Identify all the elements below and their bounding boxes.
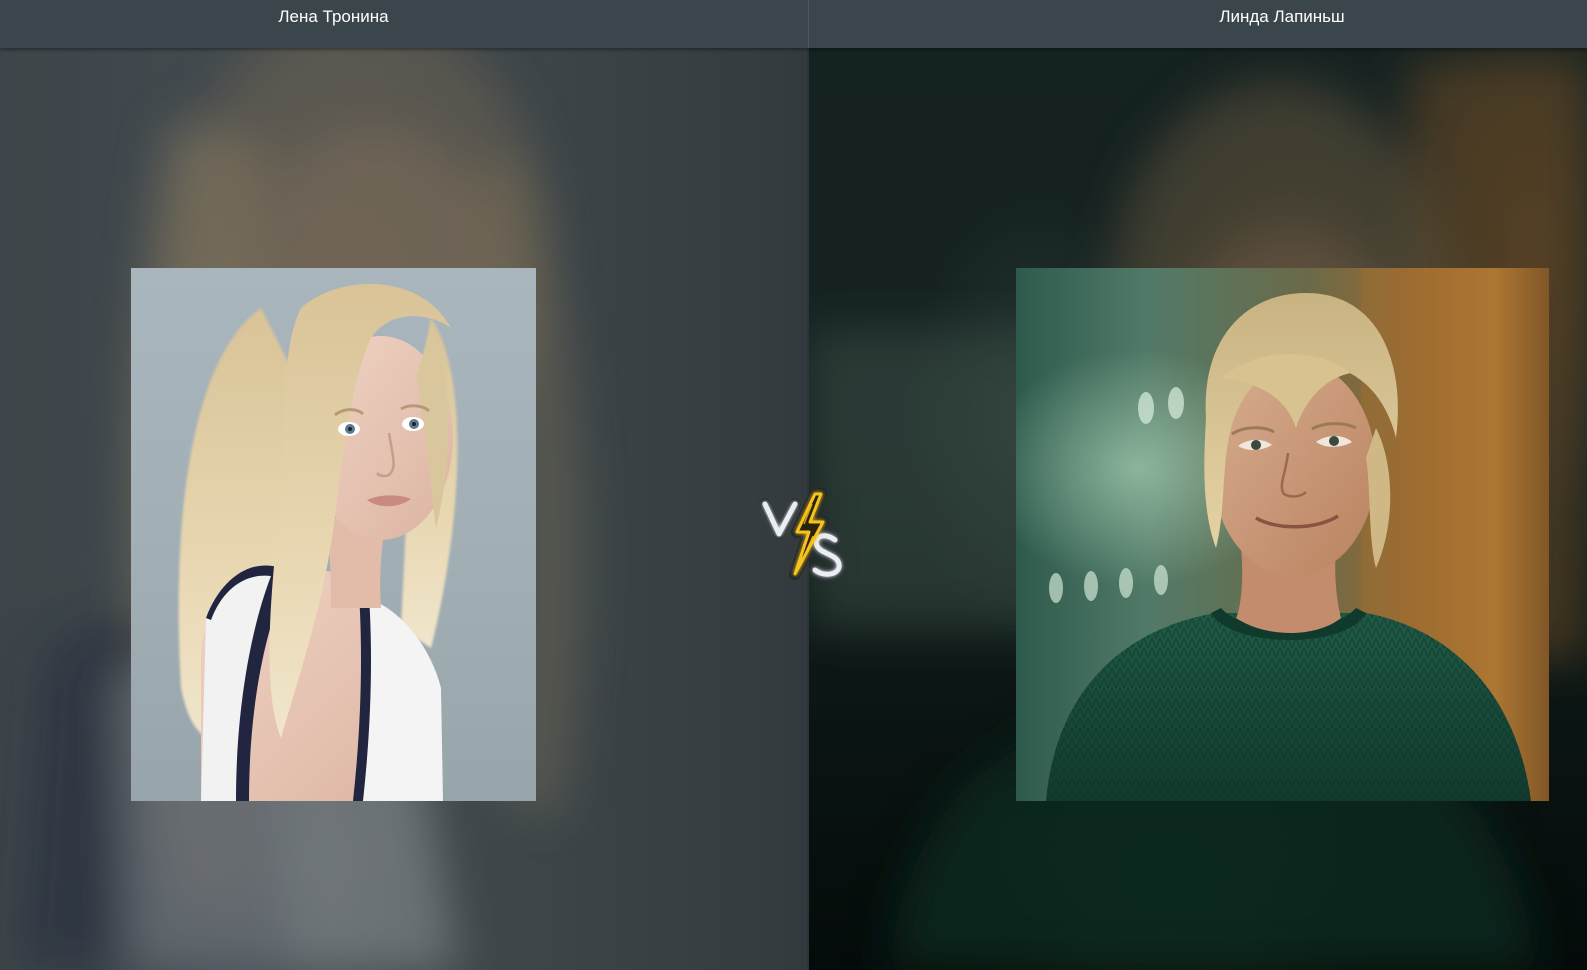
right-contestant-panel[interactable] — [809, 0, 1587, 970]
left-contestant-panel[interactable] — [0, 0, 808, 970]
portrait-photo-icon — [1046, 268, 1549, 801]
versus-emblem — [759, 488, 846, 581]
left-contestant-name[interactable]: Лена Тронина — [0, 7, 667, 27]
portrait-photo-icon — [178, 283, 458, 801]
top-name-bar: Лена Тронина Линда Лапиньш — [0, 0, 1587, 48]
versus-stage: Лена Тронина Линда Лапиньш — [0, 0, 1587, 970]
right-contestant-name[interactable]: Линда Лапиньш — [809, 7, 1587, 27]
left-contestant-photo[interactable] — [131, 268, 536, 801]
right-contestant-photo[interactable] — [1016, 268, 1549, 801]
versus-lightning-icon — [755, 482, 861, 588]
